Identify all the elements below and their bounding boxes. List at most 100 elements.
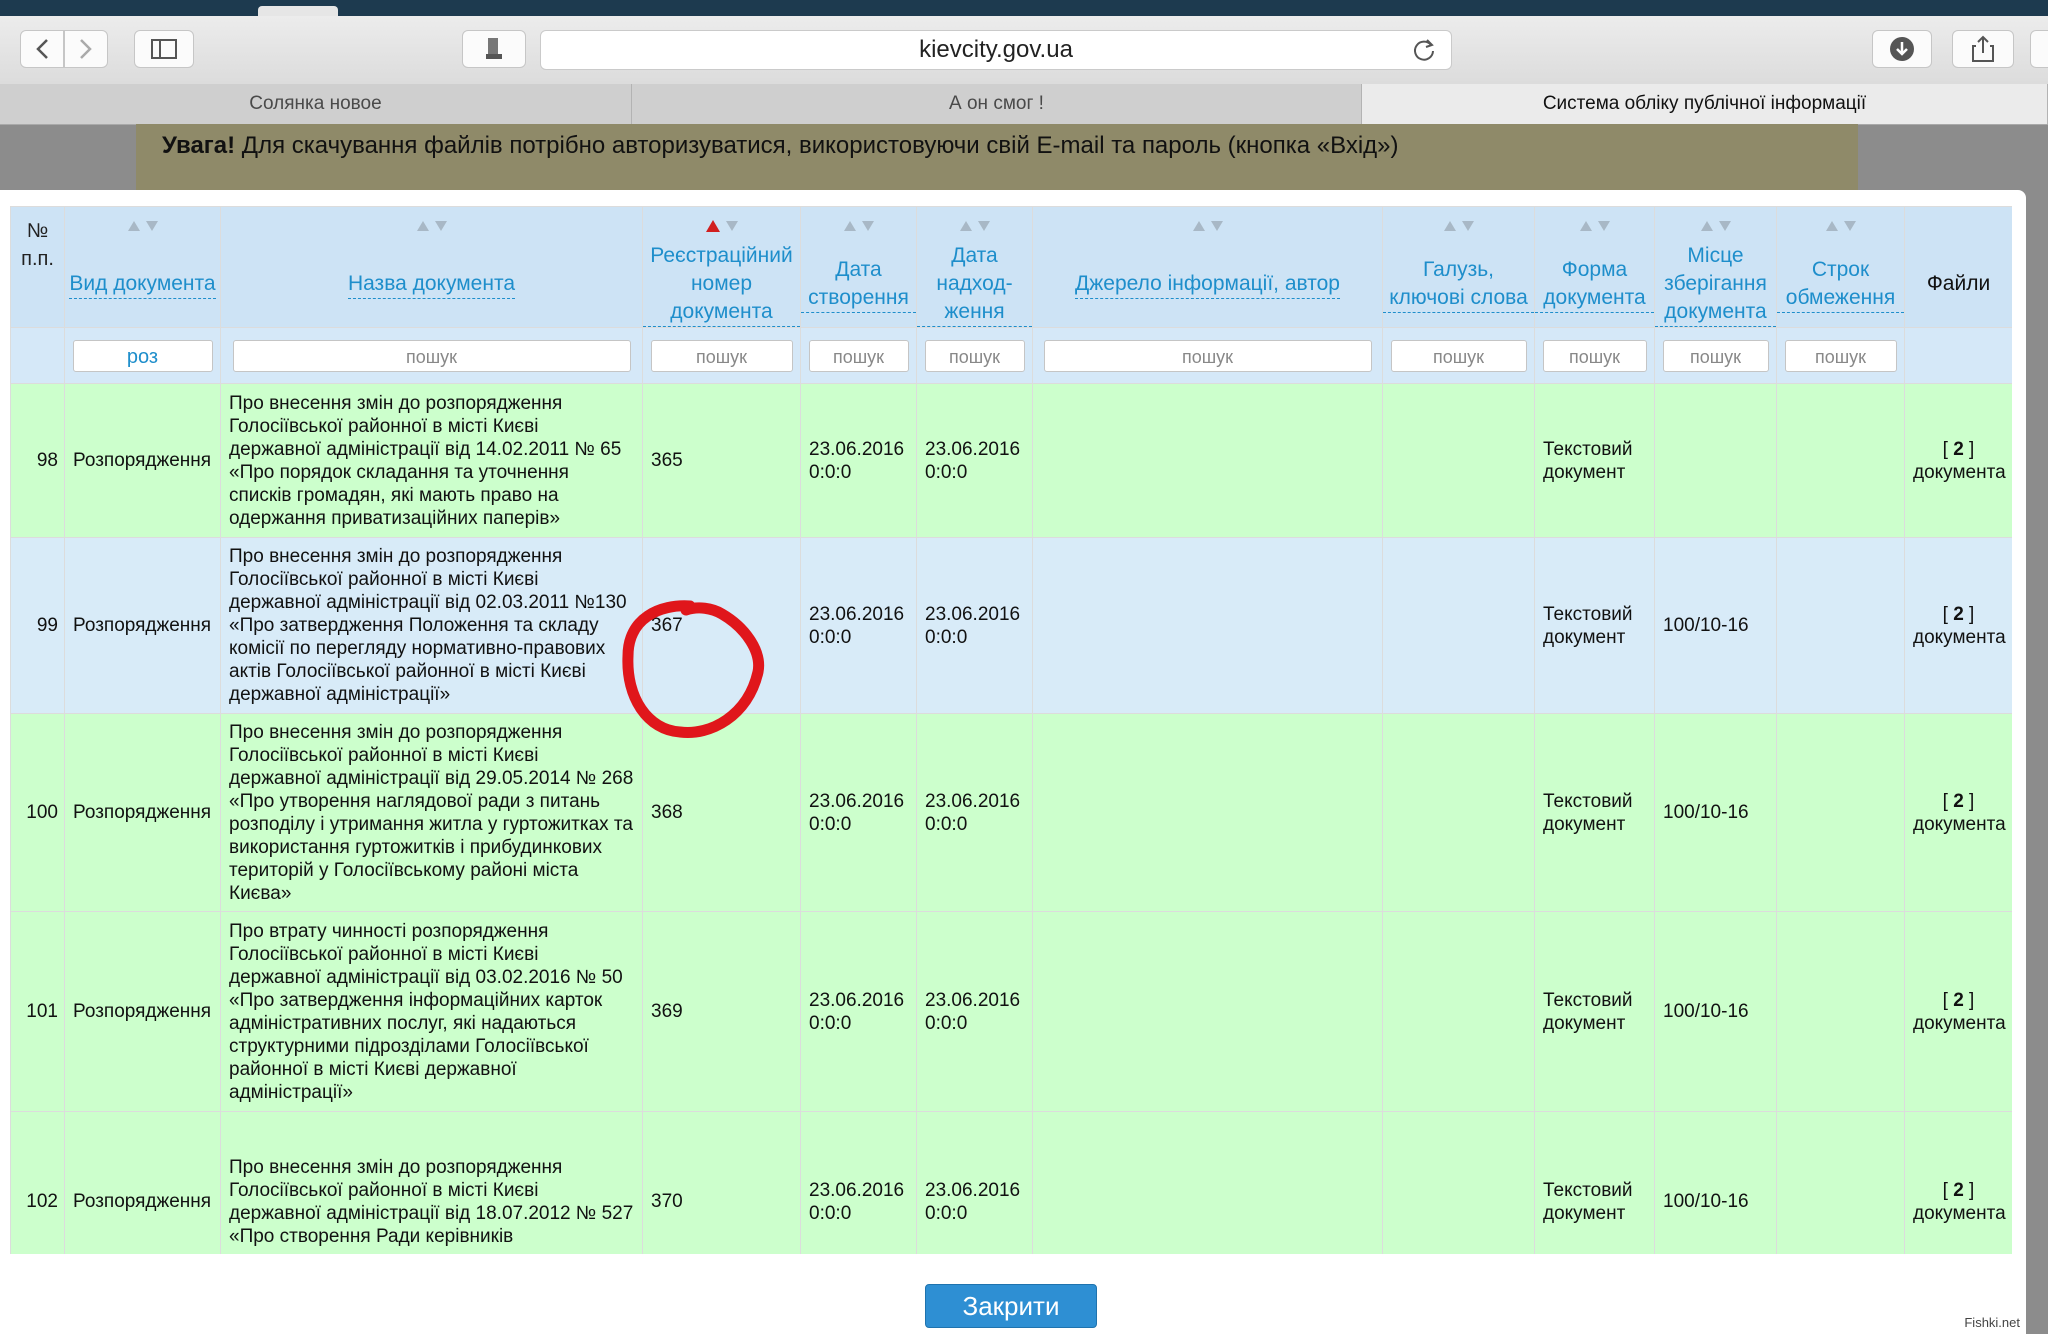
files-count[interactable]: 2: [1953, 1180, 1964, 1201]
sort-asc-icon[interactable]: [1192, 220, 1206, 232]
filter-limit-input[interactable]: пошук: [1784, 339, 1897, 372]
sidebar-button[interactable]: [134, 30, 194, 68]
close-button[interactable]: Закрити: [925, 1284, 1097, 1328]
files-count[interactable]: 2: [1953, 439, 1964, 460]
sort-controls[interactable]: [1777, 207, 1904, 241]
cell-files[interactable]: [ 2 ] документа: [1904, 911, 2012, 1112]
cell-files[interactable]: [ 2 ] документа: [1904, 537, 2012, 714]
files-count[interactable]: 2: [1953, 990, 1964, 1011]
sort-desc-icon[interactable]: [145, 220, 159, 232]
col-header-regnum[interactable]: Реєстраційний номер документа: [642, 206, 801, 328]
col-label-form[interactable]: Форма документа: [1535, 256, 1654, 313]
files-word[interactable]: документа: [1913, 627, 2006, 648]
files-word[interactable]: документа: [1913, 1203, 2006, 1224]
files-word[interactable]: документа: [1913, 814, 2006, 835]
sort-asc-icon[interactable]: [843, 220, 857, 232]
col-header-received[interactable]: Дата надход-ження: [916, 206, 1033, 328]
extension-button[interactable]: [462, 30, 526, 68]
col-header-storage[interactable]: Місце зберігання документа: [1654, 206, 1777, 328]
browser-tab-3[interactable]: Система обліку публічної інформації: [1362, 84, 2048, 124]
files-word[interactable]: документа: [1913, 462, 2006, 483]
col-label-received[interactable]: Дата надход-ження: [917, 242, 1032, 327]
sort-desc-icon[interactable]: [725, 220, 739, 232]
filter-source-input[interactable]: пошук: [1043, 339, 1372, 372]
sort-controls[interactable]: [1033, 207, 1382, 241]
table-row[interactable]: 102 Розпорядження Про внесення змін до р…: [10, 1111, 2012, 1254]
cell-source: [1032, 537, 1383, 714]
cell-files[interactable]: [ 2 ] документа: [1904, 1111, 2012, 1254]
sort-desc-icon[interactable]: [434, 220, 448, 232]
sort-controls[interactable]: [917, 207, 1032, 241]
col-label-title[interactable]: Назва документа: [347, 270, 516, 299]
files-word[interactable]: документа: [1913, 1013, 2006, 1034]
col-label-type[interactable]: Вид документа: [69, 270, 216, 299]
col-label-keywords[interactable]: Галузь, ключові слова: [1383, 256, 1534, 313]
cell-files[interactable]: [ 2 ] документа: [1904, 383, 2012, 538]
filter-regnum-input[interactable]: пошук: [650, 339, 793, 372]
sort-asc-icon[interactable]: [959, 220, 973, 232]
filter-keywords-input[interactable]: пошук: [1390, 339, 1527, 372]
sort-desc-icon[interactable]: [1210, 220, 1224, 232]
share-button[interactable]: [1952, 30, 2014, 68]
downloads-button[interactable]: [1872, 30, 1932, 68]
filter-received-input[interactable]: пошук: [924, 339, 1025, 372]
col-label-source[interactable]: Джерело інформації, автор: [1075, 270, 1340, 299]
back-icon: [36, 39, 48, 59]
col-header-title[interactable]: Назва документа: [220, 206, 643, 328]
col-header-files: Файли: [1904, 206, 2012, 328]
tabs-button[interactable]: [2030, 30, 2048, 68]
cell-created: 23.06.2016 0:0:0: [800, 1111, 917, 1254]
reload-icon[interactable]: [1411, 37, 1437, 63]
col-header-source[interactable]: Джерело інформації, автор: [1032, 206, 1383, 328]
sort-asc-icon[interactable]: [416, 220, 430, 232]
sort-desc-icon[interactable]: [977, 220, 991, 232]
sort-controls[interactable]: [643, 207, 800, 241]
sort-controls[interactable]: [1383, 207, 1534, 241]
sort-desc-icon[interactable]: [1718, 220, 1732, 232]
col-header-form[interactable]: Форма документа: [1534, 206, 1655, 328]
table-row[interactable]: 99 Розпорядження Про внесення змін до ро…: [10, 537, 2012, 714]
col-header-created[interactable]: Дата створення: [800, 206, 917, 328]
sort-controls[interactable]: [1655, 207, 1776, 241]
col-label-limit[interactable]: Строк обмеження: [1777, 256, 1904, 313]
sort-controls[interactable]: [221, 207, 642, 241]
filter-type-input[interactable]: роз: [72, 339, 213, 372]
documents-table-scroll[interactable]: № п.п. Вид документа Назва документа Реє…: [10, 206, 2012, 1254]
sort-asc-icon[interactable]: [127, 220, 141, 232]
col-label-created[interactable]: Дата створення: [801, 256, 916, 313]
sort-asc-icon[interactable]: [1825, 220, 1839, 232]
sort-desc-icon[interactable]: [1843, 220, 1857, 232]
forward-button[interactable]: [64, 30, 108, 68]
browser-tab-2[interactable]: А он смог !: [632, 84, 1362, 124]
sort-controls[interactable]: [801, 207, 916, 241]
col-label-storage[interactable]: Місце зберігання документа: [1655, 242, 1776, 327]
filter-title-input[interactable]: пошук: [232, 339, 631, 372]
sort-desc-icon[interactable]: [1461, 220, 1475, 232]
sort-controls[interactable]: [65, 207, 220, 241]
filter-form-input[interactable]: пошук: [1542, 339, 1647, 372]
cell-files[interactable]: [ 2 ] документа: [1904, 713, 2012, 912]
cell-keywords: [1382, 1111, 1535, 1254]
browser-tab-1[interactable]: Солянка новое: [0, 84, 632, 124]
col-header-keywords[interactable]: Галузь, ключові слова: [1382, 206, 1535, 328]
sort-desc-icon[interactable]: [861, 220, 875, 232]
col-header-type[interactable]: Вид документа: [64, 206, 221, 328]
filter-storage-input[interactable]: пошук: [1662, 339, 1769, 372]
address-bar[interactable]: kievcity.gov.ua: [540, 30, 1452, 70]
table-row[interactable]: 101 Розпорядження Про втрату чинності ро…: [10, 911, 2012, 1112]
sort-asc-active-icon[interactable]: [705, 219, 721, 233]
header-row: № п.п. Вид документа Назва документа Реє…: [10, 206, 2012, 328]
table-row[interactable]: 98 Розпорядження Про внесення змін до ро…: [10, 383, 2012, 538]
col-header-limit[interactable]: Строк обмеження: [1776, 206, 1905, 328]
sort-asc-icon[interactable]: [1700, 220, 1714, 232]
files-count[interactable]: 2: [1953, 791, 1964, 812]
table-row[interactable]: 100 Розпорядження Про внесення змін до р…: [10, 713, 2012, 912]
col-label-regnum[interactable]: Реєстраційний номер документа: [643, 242, 800, 327]
sort-asc-icon[interactable]: [1443, 220, 1457, 232]
filter-created-input[interactable]: пошук: [808, 339, 909, 372]
files-count[interactable]: 2: [1953, 604, 1964, 625]
sort-desc-icon[interactable]: [1597, 220, 1611, 232]
sort-asc-icon[interactable]: [1579, 220, 1593, 232]
sort-controls[interactable]: [1535, 207, 1654, 241]
back-button[interactable]: [20, 30, 64, 68]
